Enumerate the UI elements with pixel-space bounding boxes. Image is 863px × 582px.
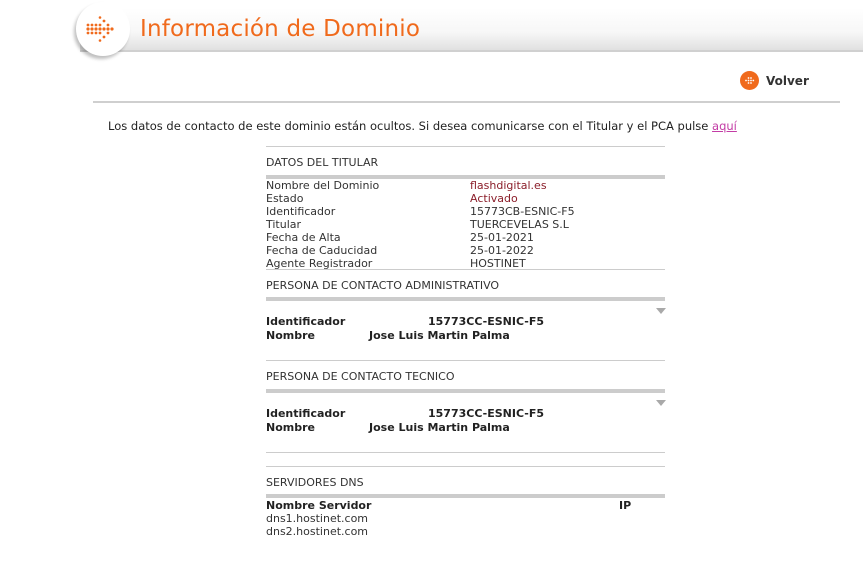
- page-title: Información de Dominio: [140, 16, 421, 42]
- divider: [266, 494, 665, 498]
- row-label: Identificador: [266, 205, 336, 218]
- section-title-admin: PERSONA DE CONTACTO ADMINISTRATIVO: [266, 279, 500, 292]
- list-item: dns2.hostinet.com: [266, 525, 369, 538]
- row-label: Nombre: [266, 421, 315, 434]
- back-button[interactable]: Volver: [740, 71, 809, 90]
- contact-link[interactable]: aquí: [712, 119, 737, 133]
- divider: [266, 360, 665, 361]
- divider: [266, 452, 665, 453]
- section-title-dns: SERVIDORES DNS: [266, 476, 364, 489]
- list-item: dns1.hostinet.com: [266, 512, 369, 525]
- status-value: Activado: [470, 192, 518, 205]
- column-header-ip: IP: [619, 499, 632, 512]
- row-label: Fecha de Caducidad: [266, 244, 378, 257]
- privacy-notice: Los datos de contacto de este dominio es…: [108, 119, 737, 133]
- section-title-titular: DATOS DEL TITULAR: [266, 156, 379, 169]
- arrow-logo-icon: [76, 2, 130, 56]
- row-value: 15773CB-ESNIC-F5: [470, 205, 575, 218]
- chevron-down-icon[interactable]: [656, 308, 666, 314]
- section-title-tech: PERSONA DE CONTACTO TECNICO: [266, 370, 455, 383]
- divider: [266, 297, 665, 301]
- row-label: Nombre: [266, 329, 315, 342]
- divider: [93, 101, 840, 103]
- notice-text: Los datos de contacto de este dominio es…: [108, 119, 713, 133]
- row-value: Jose Luis Martin Palma: [369, 421, 510, 434]
- row-value: 15773CC-ESNIC-F5: [428, 407, 545, 420]
- row-label: Fecha de Alta: [266, 231, 341, 244]
- column-header-server: Nombre Servidor: [266, 499, 372, 512]
- row-label: Titular: [266, 218, 302, 231]
- row-value: Jose Luis Martin Palma: [369, 329, 510, 342]
- row-label: Nombre del Dominio: [266, 179, 380, 192]
- row-value: 25-01-2022: [470, 244, 534, 257]
- row-label: Identificador: [266, 315, 346, 328]
- divider: [266, 389, 665, 393]
- row-label: Identificador: [266, 407, 346, 420]
- row-value: 15773CC-ESNIC-F5: [428, 315, 545, 328]
- back-label: Volver: [766, 73, 809, 88]
- row-value: TUERCEVELAS S.L: [470, 218, 569, 231]
- row-value: 25-01-2021: [470, 231, 534, 244]
- divider: [266, 269, 665, 270]
- chevron-down-icon[interactable]: [656, 400, 666, 406]
- divider: [266, 146, 665, 147]
- divider: [266, 466, 665, 467]
- domain-name-value: flashdigital.es: [470, 179, 547, 192]
- back-arrow-icon: [740, 71, 759, 90]
- row-label: Estado: [266, 192, 304, 205]
